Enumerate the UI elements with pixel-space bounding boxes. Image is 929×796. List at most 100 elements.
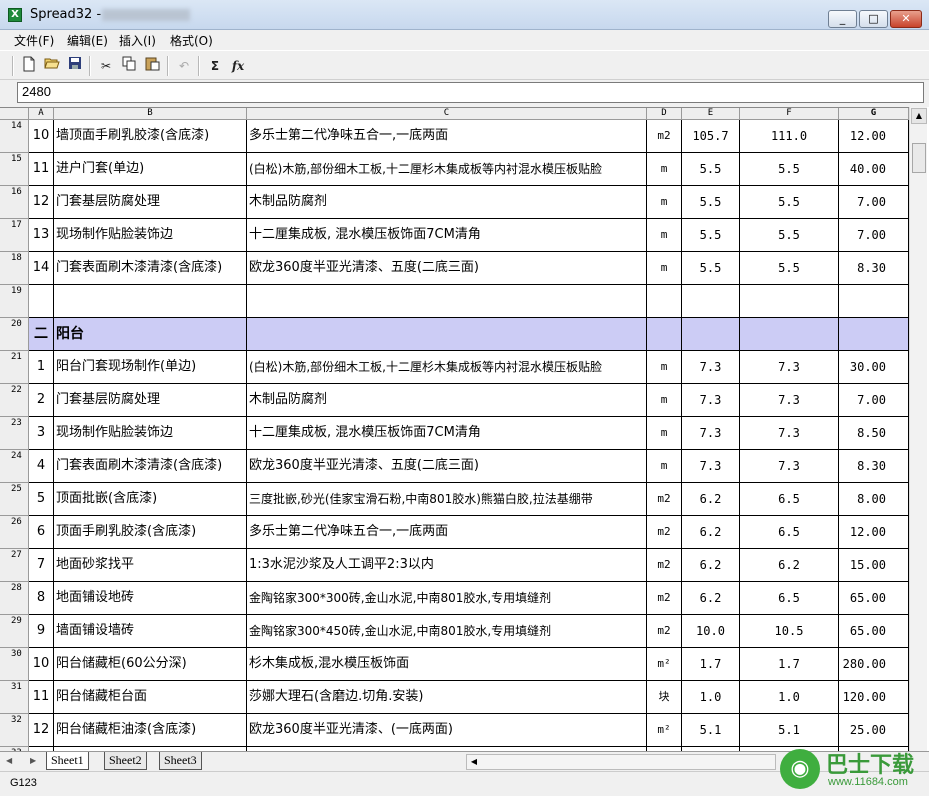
cell-f[interactable]: 5.5 xyxy=(740,219,839,252)
row-header[interactable]: 14 xyxy=(0,120,29,153)
cell-e[interactable]: 6.2 xyxy=(682,582,740,615)
cell-f[interactable]: 7.3 xyxy=(740,351,839,384)
row-header[interactable]: 26 xyxy=(0,516,29,549)
cell-e[interactable]: 5.5 xyxy=(682,186,740,219)
cell-c[interactable]: 1:3水泥沙浆及人工调平2:3以内 xyxy=(247,549,647,582)
cell-e[interactable] xyxy=(682,285,740,318)
cell-g[interactable]: 120.00 xyxy=(839,681,909,714)
row-header[interactable]: 31 xyxy=(0,681,29,714)
cell-c[interactable]: 欧龙360度半亚光清漆、(一底两面) xyxy=(247,714,647,747)
cell-c[interactable]: 十二厘集成板, 混水模压板饰面7CM清角 xyxy=(247,417,647,450)
cell-f[interactable]: 1.0 xyxy=(740,681,839,714)
open-folder-icon[interactable] xyxy=(42,56,62,76)
cell-b[interactable]: 门套表面刷木漆清漆(含底漆) xyxy=(54,450,247,483)
cell-e[interactable]: 7.3 xyxy=(682,384,740,417)
cell-c[interactable]: 金陶铭家300*300砖,金山水泥,中南801胶水,专用填缝剂 xyxy=(247,582,647,615)
cell-c[interactable]: 欧龙360度半亚光清漆、五度(二底三面) xyxy=(247,252,647,285)
cut-icon[interactable]: ✂ xyxy=(96,56,116,76)
cell-d[interactable]: 块 xyxy=(647,681,682,714)
cell-e[interactable]: 5.5 xyxy=(682,252,740,285)
cell-d[interactable]: m xyxy=(647,384,682,417)
row-header[interactable]: 32 xyxy=(0,714,29,747)
vertical-scrollbar[interactable]: ▲ xyxy=(909,107,927,751)
row-header[interactable]: 21 xyxy=(0,351,29,384)
cell-g[interactable]: 8.30 xyxy=(839,252,909,285)
cell-d[interactable]: m xyxy=(647,450,682,483)
cell-g[interactable]: 8.30 xyxy=(839,450,909,483)
cell-g[interactable]: 8.50 xyxy=(839,417,909,450)
menu-file[interactable]: 文件(F) xyxy=(14,32,54,49)
new-file-icon[interactable] xyxy=(19,56,39,76)
cell-f[interactable]: 111.0 xyxy=(740,120,839,153)
cell-a[interactable]: 9 xyxy=(29,615,54,648)
cell-d[interactable]: m2 xyxy=(647,615,682,648)
row-header[interactable]: 24 xyxy=(0,450,29,483)
cell-c[interactable]: (白松)木筋,部份细木工板,十二厘杉木集成板等内衬混水模压板贴脸 xyxy=(247,153,647,186)
cell-b[interactable]: 门套基层防腐处理 xyxy=(54,384,247,417)
cell-e[interactable]: 5.1 xyxy=(682,714,740,747)
cell-f[interactable]: 10.5 xyxy=(740,615,839,648)
column-header-b[interactable]: B xyxy=(54,108,247,120)
save-icon[interactable] xyxy=(65,56,85,76)
cell-g[interactable]: 8.00 xyxy=(839,483,909,516)
cell-e[interactable]: 1.0 xyxy=(682,681,740,714)
paste-icon[interactable] xyxy=(142,56,162,76)
row-header[interactable]: 20 xyxy=(0,318,29,351)
cell-g[interactable]: 280.00 xyxy=(839,648,909,681)
row-header[interactable]: 22 xyxy=(0,384,29,417)
cell-b[interactable]: 门套表面刷木漆清漆(含底漆) xyxy=(54,252,247,285)
cell-e[interactable]: 6.2 xyxy=(682,483,740,516)
menu-insert[interactable]: 插入(I) xyxy=(119,32,156,49)
row-header[interactable]: 25 xyxy=(0,483,29,516)
cell-f[interactable] xyxy=(740,285,839,318)
cell-c[interactable]: 莎娜大理石(含磨边.切角.安装) xyxy=(247,681,647,714)
row-header[interactable]: 27 xyxy=(0,549,29,582)
sheet-tab-1[interactable]: Sheet1 xyxy=(46,752,89,770)
cell-c[interactable]: 木制品防腐剂 xyxy=(247,186,647,219)
column-header-g[interactable]: G xyxy=(839,108,909,120)
cell-b[interactable]: 进户门套(单边) xyxy=(54,153,247,186)
cell-a[interactable] xyxy=(29,285,54,318)
cell-d[interactable]: m xyxy=(647,219,682,252)
cell-f[interactable]: 5.5 xyxy=(740,186,839,219)
cell-g[interactable]: 30.00 xyxy=(839,351,909,384)
column-header-d[interactable]: D xyxy=(647,108,682,120)
cell-e[interactable]: 6.2 xyxy=(682,549,740,582)
cell-g[interactable]: 12.00 xyxy=(839,120,909,153)
cell-a[interactable]: 6 xyxy=(29,516,54,549)
cell-f[interactable]: 5.5 xyxy=(740,153,839,186)
cell-f[interactable]: 1.7 xyxy=(740,648,839,681)
cell-g[interactable]: 7.00 xyxy=(839,186,909,219)
undo-icon[interactable]: ↶ xyxy=(174,56,194,76)
cell-c[interactable] xyxy=(247,285,647,318)
cell-a[interactable]: 13 xyxy=(29,219,54,252)
close-button[interactable]: ✕ xyxy=(890,10,922,28)
sheet-tab-2[interactable]: Sheet2 xyxy=(104,752,147,770)
cell-g[interactable]: 15.00 xyxy=(839,549,909,582)
cell-e[interactable]: 1.7 xyxy=(682,648,740,681)
cell-f[interactable]: 7.3 xyxy=(740,384,839,417)
cell-f[interactable]: 7.3 xyxy=(740,450,839,483)
cell-g[interactable]: 65.00 xyxy=(839,582,909,615)
cell-a[interactable]: 12 xyxy=(29,186,54,219)
cell-e[interactable]: 5.5 xyxy=(682,219,740,252)
cell-a[interactable]: 5 xyxy=(29,483,54,516)
cell-c[interactable]: 杉木集成板,混水模压板饰面 xyxy=(247,648,647,681)
cell-b[interactable]: 顶面批嵌(含底漆) xyxy=(54,483,247,516)
cell-a[interactable]: 8 xyxy=(29,582,54,615)
cell-d[interactable]: m xyxy=(647,153,682,186)
cell-d[interactable]: m2 xyxy=(647,120,682,153)
cell-c[interactable]: 多乐士第二代净味五合一,一底两面 xyxy=(247,120,647,153)
copy-icon[interactable] xyxy=(119,56,139,76)
scroll-up-arrow-icon[interactable]: ▲ xyxy=(911,108,927,124)
cell-c[interactable]: 欧龙360度半亚光清漆、五度(二底三面) xyxy=(247,450,647,483)
cell-e[interactable]: 7.3 xyxy=(682,351,740,384)
row-header[interactable]: 23 xyxy=(0,417,29,450)
next-sheet-arrow-icon[interactable]: ▶ xyxy=(30,754,40,768)
cell-b[interactable]: 地面砂浆找平 xyxy=(54,549,247,582)
row-header[interactable]: 19 xyxy=(0,285,29,318)
cell-b[interactable]: 阳台 xyxy=(54,318,247,351)
cell-a[interactable]: 10 xyxy=(29,648,54,681)
cell-b[interactable]: 墙面铺设墙砖 xyxy=(54,615,247,648)
cell-g[interactable]: 40.00 xyxy=(839,153,909,186)
